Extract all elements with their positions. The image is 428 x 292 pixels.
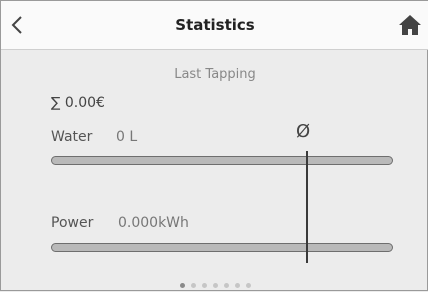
page-title: Statistics [175,16,255,34]
page-dot[interactable] [179,283,185,288]
page-dot[interactable] [212,283,218,288]
water-bar [51,156,393,165]
page-dot[interactable] [201,283,207,288]
screen-frame: Statistics Last Tapping ∑ 0.00€ Water 0 … [0,0,428,291]
page-dot[interactable] [190,283,196,288]
home-icon [399,15,421,35]
home-button[interactable] [397,13,423,37]
power-label: Power [51,215,94,231]
page-dot[interactable] [223,283,229,288]
power-bar [51,243,393,252]
water-label: Water [51,129,93,145]
header-bar: Statistics [1,1,428,50]
water-value: 0 L [116,129,138,145]
total-cost: ∑ 0.00€ [51,95,105,111]
power-value: 0.000kWh [118,215,189,231]
page-dot[interactable] [245,283,251,288]
average-marker [306,151,308,263]
page-dot[interactable] [234,283,240,288]
subtitle: Last Tapping [174,67,256,82]
page-indicator [1,273,428,292]
average-symbol: Ø [296,121,311,142]
